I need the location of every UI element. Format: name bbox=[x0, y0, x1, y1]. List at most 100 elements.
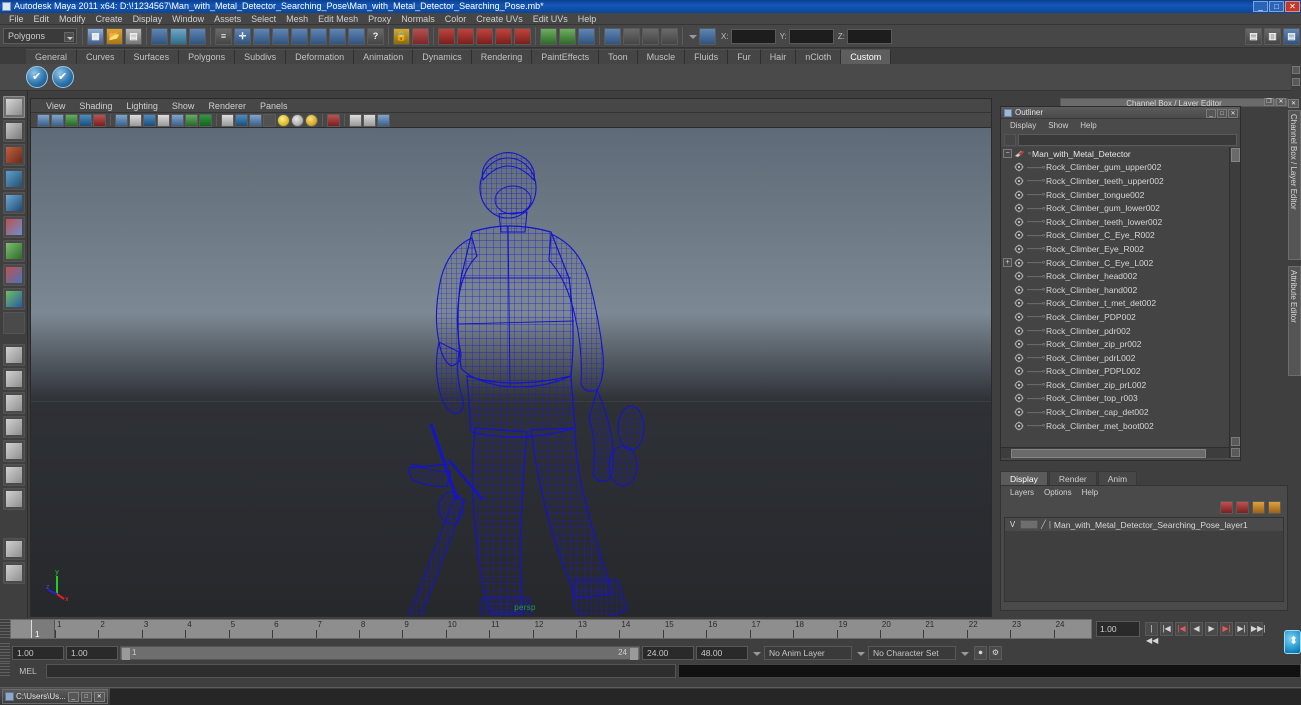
render-globals-icon[interactable] bbox=[661, 27, 678, 45]
play-backwards-icon[interactable]: ◀ bbox=[1190, 622, 1203, 636]
construction-history-icon[interactable] bbox=[540, 27, 557, 45]
smooth-shade-icon[interactable] bbox=[235, 113, 248, 127]
animation-preferences-icon[interactable]: ⚙ bbox=[989, 646, 1002, 660]
shelf-tab-custom[interactable]: Custom bbox=[841, 49, 892, 64]
outliner-item[interactable]: ——∘ Rock_Climber_gum_upper002 bbox=[1001, 161, 1229, 175]
smooth-wire-icon[interactable] bbox=[363, 113, 376, 127]
paint-effects-toggle-icon[interactable] bbox=[377, 113, 390, 127]
open-scene-icon[interactable]: 📂 bbox=[106, 27, 123, 45]
time-slider-grip[interactable] bbox=[0, 619, 10, 639]
shadows-icon[interactable] bbox=[305, 113, 318, 127]
layer-row[interactable]: V ╱ | Man_with_Metal_Detector_Searching_… bbox=[1005, 518, 1283, 531]
dock-close-icon[interactable]: ✕ bbox=[1288, 99, 1299, 108]
shelf-tab-polygons[interactable]: Polygons bbox=[179, 49, 236, 64]
shelf-tab-rendering[interactable]: Rendering bbox=[471, 49, 533, 64]
menu-item-color[interactable]: Color bbox=[440, 13, 472, 25]
four-view-layout[interactable] bbox=[2, 368, 25, 390]
outliner-item[interactable]: + ——∘ Rock_Climber_C_Eye_L002 bbox=[1001, 256, 1229, 270]
shelf-tab-animation[interactable]: Animation bbox=[354, 49, 414, 64]
layer-playback-toggle[interactable] bbox=[1020, 520, 1038, 529]
layer-menu-help[interactable]: Help bbox=[1077, 486, 1103, 499]
bookmark-icon[interactable] bbox=[65, 113, 78, 127]
snap-curve-icon[interactable] bbox=[457, 27, 474, 45]
outliner-close-button[interactable]: ✕ bbox=[1228, 109, 1238, 118]
pdf-export-icon[interactable]: ▦ bbox=[87, 27, 104, 45]
mask-dynamic-icon[interactable] bbox=[329, 27, 346, 45]
outliner-item[interactable]: ——∘ Rock_Climber_PDP002 bbox=[1001, 310, 1229, 324]
single-perspective-layout[interactable] bbox=[2, 344, 25, 366]
saved-layout-blank[interactable] bbox=[2, 538, 25, 560]
outliner-item[interactable]: ——∘ Rock_Climber_top_r003 bbox=[1001, 392, 1229, 406]
collapse-icon[interactable]: − bbox=[1003, 149, 1012, 159]
select-by-object-icon[interactable] bbox=[170, 27, 187, 45]
universal-manipulator-tool[interactable] bbox=[2, 240, 25, 262]
scrollbar-thumb[interactable] bbox=[1231, 148, 1240, 162]
layer-editor-tab-display[interactable]: Display bbox=[1000, 471, 1048, 485]
hypershade-persp-layout[interactable] bbox=[2, 440, 25, 462]
menu-item-create-uvs[interactable]: Create UVs bbox=[471, 13, 528, 25]
scroll-up-icon[interactable] bbox=[1292, 66, 1300, 74]
scale-tool[interactable] bbox=[2, 216, 25, 238]
outliner-item[interactable]: ——∘ Rock_Climber_Eye_R002 bbox=[1001, 242, 1229, 256]
menu-item-proxy[interactable]: Proxy bbox=[363, 13, 396, 25]
taskbar-minimize-button[interactable]: _ bbox=[67, 691, 79, 702]
outliner-item[interactable]: ——∘ Rock_Climber_pdr002 bbox=[1001, 324, 1229, 338]
ipr-render-icon[interactable] bbox=[623, 27, 640, 45]
scroll-down-icon[interactable] bbox=[1231, 448, 1240, 457]
command-input-field[interactable] bbox=[46, 663, 676, 678]
select-by-hierarchy-icon[interactable] bbox=[151, 27, 168, 45]
menu-item-edit-uvs[interactable]: Edit UVs bbox=[528, 13, 573, 25]
show-tool-settings-icon[interactable]: ▤ bbox=[1283, 27, 1300, 45]
render-settings-icon[interactable] bbox=[578, 27, 595, 45]
shelf-tab-painteffects[interactable]: PaintEffects bbox=[532, 49, 600, 64]
menu-item-assets[interactable]: Assets bbox=[209, 13, 246, 25]
shelf-tab-general[interactable]: General bbox=[26, 49, 78, 64]
bounding-box-icon[interactable] bbox=[349, 113, 362, 127]
exposure-icon[interactable] bbox=[143, 113, 156, 127]
playback-end-field[interactable]: 48.00 bbox=[696, 646, 748, 660]
outliner-item[interactable]: ——∘ Rock_Climber_t_met_det002 bbox=[1001, 297, 1229, 311]
soft-modification-tool[interactable] bbox=[2, 264, 25, 286]
outliner-item[interactable]: ——∘ Rock_Climber_gum_lower002 bbox=[1001, 201, 1229, 215]
viewport-menu-shading[interactable]: Shading bbox=[72, 99, 119, 113]
shelf-tab-subdivs[interactable]: Subdivs bbox=[235, 49, 287, 64]
character-set-selector[interactable]: No Character Set bbox=[868, 646, 956, 660]
layer-menu-options[interactable]: Options bbox=[1039, 486, 1077, 499]
shelf-tab-toon[interactable]: Toon bbox=[599, 49, 638, 64]
close-icon[interactable]: ✕ bbox=[1276, 98, 1286, 106]
outliner-item[interactable]: ——∘ Rock_Climber_C_Eye_R002 bbox=[1001, 229, 1229, 243]
flat-shade-icon[interactable] bbox=[249, 113, 262, 127]
outliner-item[interactable]: ——∘ Rock_Climber_cap_det002 bbox=[1001, 405, 1229, 419]
all-lights-icon[interactable] bbox=[291, 113, 304, 127]
viewport-3d-canvas[interactable]: persp y z x bbox=[31, 128, 991, 616]
outliner-item[interactable]: ——∘ Rock_Climber_hand002 bbox=[1001, 283, 1229, 297]
viewport-menu-show[interactable]: Show bbox=[165, 99, 202, 113]
minimize-button[interactable]: _ bbox=[1253, 1, 1268, 12]
coord-y-field[interactable] bbox=[788, 28, 834, 44]
xray-icon[interactable] bbox=[185, 113, 198, 127]
custom-check-icon-1[interactable] bbox=[26, 66, 48, 88]
outliner-search-input[interactable] bbox=[1018, 133, 1237, 146]
resolution-gate-icon[interactable] bbox=[115, 113, 128, 127]
last-tool-used[interactable] bbox=[2, 312, 25, 334]
playback-range-slider[interactable]: 1 24 bbox=[120, 646, 640, 660]
save-scene-icon[interactable]: ▤ bbox=[125, 27, 142, 45]
menu-item-modify[interactable]: Modify bbox=[54, 13, 91, 25]
tab-attribute-editor[interactable]: Attribute Editor bbox=[1288, 266, 1301, 376]
outliner-maximize-button[interactable]: □ bbox=[1217, 109, 1227, 118]
go-to-start-icon[interactable]: |◀◀ bbox=[1145, 622, 1158, 645]
outliner-item[interactable]: ——∘ Rock_Climber_zip_pr002 bbox=[1001, 337, 1229, 351]
outliner-horizontal-scrollbar[interactable] bbox=[1001, 447, 1229, 458]
menu-item-select[interactable]: Select bbox=[246, 13, 281, 25]
viewport-menu-lighting[interactable]: Lighting bbox=[119, 99, 165, 113]
mask-misc-icon[interactable]: ? bbox=[367, 27, 384, 45]
wireframe-icon[interactable] bbox=[221, 113, 234, 127]
new-layer-icon[interactable] bbox=[1220, 500, 1233, 514]
mask-deform-icon[interactable] bbox=[310, 27, 327, 45]
chevron-down-icon[interactable] bbox=[958, 646, 970, 660]
default-light-icon[interactable] bbox=[277, 113, 290, 127]
render-current-icon[interactable] bbox=[604, 27, 621, 45]
snap-plane-icon[interactable] bbox=[495, 27, 512, 45]
step-back-key-icon[interactable]: |◀ bbox=[1160, 622, 1173, 636]
grid-toggle-icon[interactable] bbox=[157, 113, 170, 127]
